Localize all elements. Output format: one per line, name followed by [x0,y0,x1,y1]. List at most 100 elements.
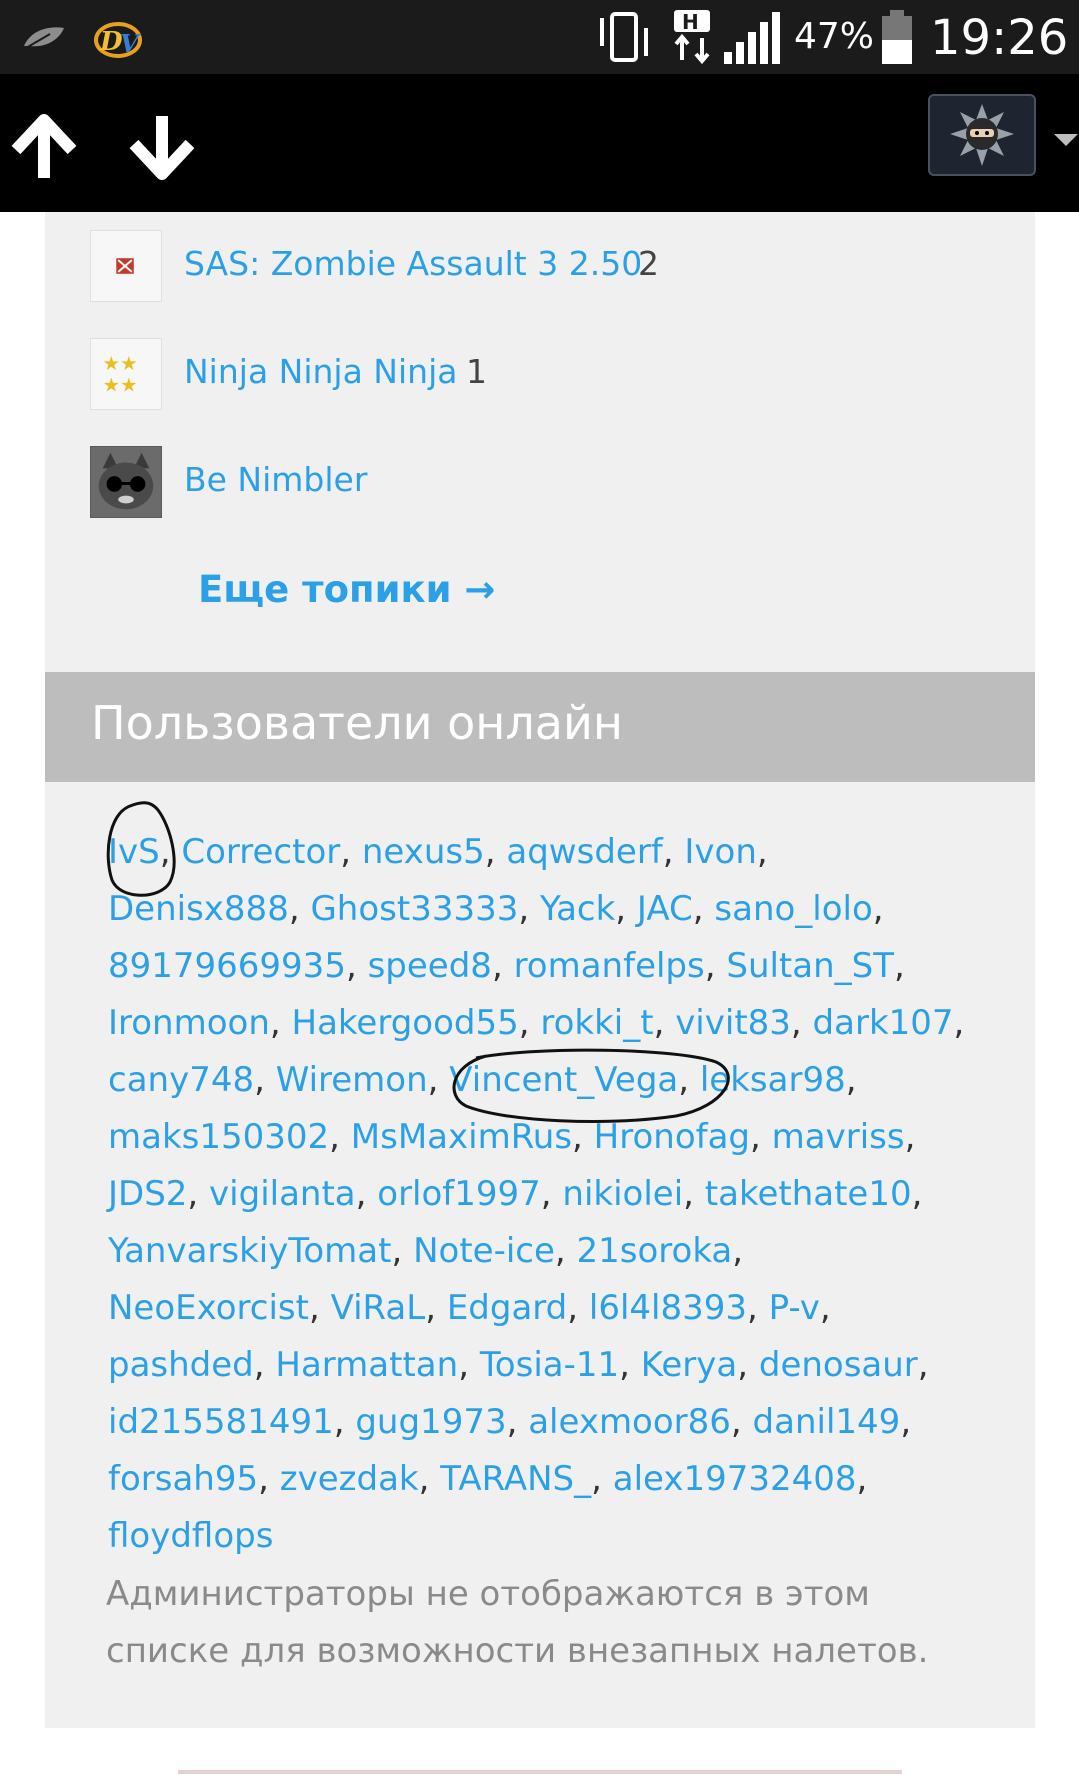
user-link[interactable]: Note-ice [413,1231,555,1271]
user-link[interactable]: ViRaL [331,1288,426,1328]
user-link[interactable]: floydflops [108,1516,273,1556]
stars-icon[interactable]: ★★ ★★ [90,338,162,410]
user-link[interactable]: YanvarskiyTomat [108,1231,391,1271]
user-line: NeoExorcist, ViRaL, Edgard, l6l4l8393, P… [108,1280,1008,1337]
comma-separator: , [917,1345,929,1385]
comma-separator: , [756,832,768,872]
comma-separator: , [258,1459,280,1499]
user-link[interactable]: Sultan_ST [726,946,894,986]
user-link[interactable]: IvS [108,832,160,872]
next-section-edge [178,1770,902,1774]
user-line: cany748, Wiremon, Vincent_Vega, leksar98… [108,1052,1008,1109]
cat-avatar-icon[interactable] [90,446,162,518]
user-link[interactable]: MsMaximRus [351,1117,572,1157]
user-link[interactable]: sano_lolo [714,889,872,929]
ninja-avatar-button[interactable] [928,94,1036,176]
comma-separator: , [953,1003,965,1043]
user-link[interactable]: Edgard [447,1288,567,1328]
arrow-up-icon[interactable] [6,112,82,182]
comma-separator: , [159,832,182,872]
user-link[interactable]: Ivon [684,832,757,872]
comma-separator: , [692,889,715,929]
user-link[interactable]: pashded [108,1345,254,1385]
comma-separator: , [819,1288,831,1328]
note-line: списке для возможности внезапных налетов… [106,1631,929,1671]
user-line: Denisx888, Ghost33333, Yack, JAC, sano_l… [108,881,1008,938]
user-link[interactable]: Hakergood55 [292,1003,519,1043]
user-link[interactable]: forsah95 [108,1459,258,1499]
user-link[interactable]: P-v [769,1288,820,1328]
user-link[interactable]: vivit83 [675,1003,791,1043]
user-link[interactable]: TARANS_ [440,1459,591,1499]
user-link[interactable]: nikiolei [562,1174,683,1214]
arrow-down-icon[interactable] [124,112,200,182]
comma-separator: , [591,1459,613,1499]
user-link[interactable]: Kerya [641,1345,737,1385]
ninja-avatar-icon [950,104,1014,166]
user-link[interactable]: rokki_t [540,1003,653,1043]
user-link[interactable]: dark107 [813,1003,954,1043]
user-link[interactable]: speed8 [368,946,492,986]
user-link[interactable]: takethate10 [705,1174,912,1214]
user-link[interactable]: maks150302 [108,1117,329,1157]
topic-link[interactable]: SAS: Zombie Assault 3 2.50 [184,244,642,283]
user-link[interactable]: denosaur [759,1345,918,1385]
topic-item: SAS: Zombie Assault 3 2.50 2 [90,230,990,302]
comma-separator: , [491,946,514,986]
user-line: forsah95, zvezdak, TARANS_, alex19732408… [108,1451,1008,1508]
user-link[interactable]: l6l4l8393 [589,1288,747,1328]
topic-link[interactable]: Ninja Ninja Ninja [184,352,457,391]
comma-separator: , [730,1402,753,1442]
user-link[interactable]: danil149 [753,1402,901,1442]
user-link[interactable]: Corrector [181,832,340,872]
user-link[interactable]: Ghost33333 [310,889,518,929]
user-link[interactable]: alexmoor86 [528,1402,731,1442]
user-link[interactable]: id215581491 [108,1402,334,1442]
user-link[interactable]: JAC [637,889,693,929]
comma-separator: , [345,946,368,986]
user-link[interactable]: Harmattan [275,1345,458,1385]
user-link[interactable]: gug1973 [355,1402,506,1442]
user-link[interactable]: NeoExorcist [108,1288,309,1328]
dropdown-caret-icon[interactable] [1052,130,1079,150]
user-link[interactable]: Hronofag [594,1117,750,1157]
battery-icon [882,10,912,64]
dota-logo-icon[interactable] [90,230,162,302]
user-link[interactable]: alex19732408 [613,1459,857,1499]
comma-separator: , [683,1174,705,1214]
user-link[interactable]: cany748 [108,1060,254,1100]
comma-separator: , [506,1402,529,1442]
user-line: JDS2, vigilanta, orlof1997, nikiolei, ta… [108,1166,1008,1223]
user-link[interactable]: leksar98 [700,1060,846,1100]
online-users-list: IvS, Corrector, nexus5, aqwsderf, Ivon, … [108,824,1008,1565]
user-link[interactable]: zvezdak [280,1459,419,1499]
user-link[interactable]: nexus5 [362,832,485,872]
user-link[interactable]: romanfelps [514,946,705,986]
user-link[interactable]: vigilanta [209,1174,356,1214]
comma-separator: , [872,889,884,929]
comma-separator: , [732,1231,744,1271]
topic-comment-count: 2 [638,244,659,283]
user-link[interactable]: JDS2 [108,1174,187,1214]
more-topics-link[interactable]: Еще топики → [198,568,495,611]
user-link[interactable]: Yack [540,889,615,929]
svg-text:V: V [120,29,141,58]
user-link[interactable]: mavriss [772,1117,905,1157]
comma-separator: , [484,832,507,872]
user-link[interactable]: aqwsderf [506,832,662,872]
user-link[interactable]: Vincent_Vega [449,1060,678,1100]
topic-link[interactable]: Be Nimbler [184,460,367,499]
comma-separator: , [856,1459,868,1499]
note-line: Администраторы не отображаются в этом [106,1574,870,1614]
user-link[interactable]: 21soroka [577,1231,733,1271]
status-bar: D V H 47% 19:26 [0,0,1079,74]
user-link[interactable]: orlof1997 [377,1174,541,1214]
user-link[interactable]: Denisx888 [108,889,289,929]
user-line: IvS, Corrector, nexus5, aqwsderf, Ivon, [108,824,1008,881]
user-link[interactable]: Tosia-11 [480,1345,619,1385]
topic-item: Be Nimbler [90,446,990,518]
user-link[interactable]: Ironmoon [108,1003,270,1043]
hplus-data-icon: H [674,10,710,65]
user-link[interactable]: 89179669935 [108,946,346,986]
user-link[interactable]: Wiremon [276,1060,428,1100]
